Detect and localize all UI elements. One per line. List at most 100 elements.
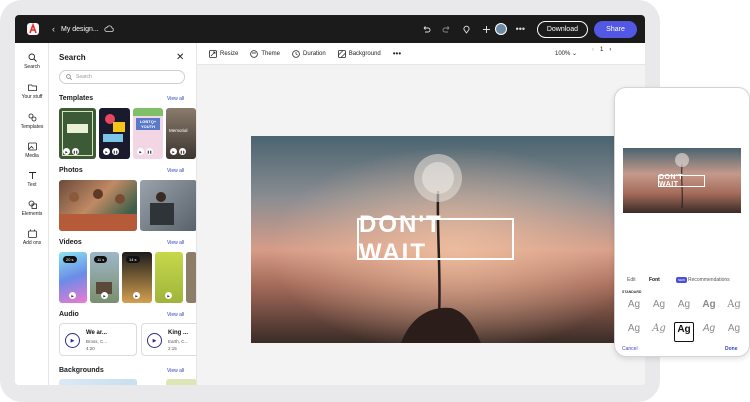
font-option[interactable]: Ag xyxy=(624,322,644,342)
elements-icon xyxy=(28,200,37,209)
next-page-icon[interactable]: › xyxy=(609,47,611,53)
play-icon: ▶ xyxy=(63,148,70,155)
duration-button[interactable]: Duration xyxy=(292,49,326,58)
left-rail: Search Your stuff Templates Media Text E… xyxy=(15,43,49,385)
document-name[interactable]: My design... xyxy=(61,26,99,33)
photos-section-title: Photos xyxy=(59,167,83,174)
cancel-button[interactable]: Cancel xyxy=(622,346,638,352)
design-canvas[interactable]: DON'T WAIT xyxy=(251,136,621,343)
done-button[interactable]: Done xyxy=(725,346,738,352)
play-icon: ▶ xyxy=(69,292,76,299)
more-icon[interactable]: ••• xyxy=(393,49,401,58)
duration-badge: 14 s xyxy=(126,256,140,263)
video-thumbnail[interactable] xyxy=(186,252,196,303)
font-preview: Ag xyxy=(627,323,641,334)
rail-item-elements[interactable]: Elements xyxy=(15,200,49,217)
search-icon xyxy=(28,53,37,62)
photo-thumbnail[interactable] xyxy=(140,180,196,231)
theme-button[interactable]: Theme xyxy=(250,49,281,58)
font-option[interactable]: Ag xyxy=(724,298,744,318)
font-option[interactable]: Ag xyxy=(699,298,719,318)
backgrounds-view-all-link[interactable]: View all xyxy=(167,368,184,374)
template-thumbnail[interactable]: LGBTQ+ YOUTH ▶ ❚❚ xyxy=(133,108,163,159)
text-icon xyxy=(28,172,36,179)
templates-view-all-link[interactable]: View all xyxy=(167,96,184,102)
video-thumbnail[interactable]: 11 s ▶ xyxy=(90,252,119,303)
folder-icon xyxy=(27,84,37,91)
font-option[interactable]: Ag xyxy=(649,322,669,342)
more-icon[interactable]: ••• xyxy=(514,23,527,36)
font-option[interactable]: Ag xyxy=(724,322,744,342)
rail-item-add-ons[interactable]: Add ons xyxy=(15,229,49,246)
font-option[interactable]: Ag xyxy=(699,322,719,342)
videos-view-all-link[interactable]: View all xyxy=(167,240,184,246)
template-text: LGBTQ+ YOUTH xyxy=(136,118,160,130)
media-icon xyxy=(27,142,37,151)
add-ons-icon xyxy=(27,229,37,238)
play-icon[interactable]: ▶ xyxy=(65,333,80,348)
rail-item-search[interactable]: Search xyxy=(15,53,49,70)
pause-icon: ❚❚ xyxy=(179,148,186,155)
template-thumbnail[interactable]: ▶ ❚❚ xyxy=(59,108,96,159)
mobile-headline-text[interactable]: DON'T WAIT xyxy=(658,174,705,188)
canvas-toolbar: Resize Theme Duration Background ••• 100… xyxy=(197,43,645,65)
add-collaborator-icon[interactable] xyxy=(480,23,493,36)
pause-icon: ❚❚ xyxy=(72,148,79,155)
theme-label: Theme xyxy=(261,50,281,57)
resize-button[interactable]: Resize xyxy=(209,49,238,58)
mobile-design-preview[interactable]: DON'T WAIT xyxy=(623,148,741,213)
cloud-icon[interactable] xyxy=(104,24,114,34)
rail-item-templates[interactable]: Templates xyxy=(15,113,49,130)
tab-font[interactable]: Font xyxy=(649,277,660,283)
duration-badge: 20 s xyxy=(63,256,77,263)
font-preview: Ag xyxy=(677,324,691,335)
play-icon[interactable]: ▶ xyxy=(147,333,162,348)
redo-icon[interactable] xyxy=(440,23,453,36)
avatar[interactable] xyxy=(494,23,507,35)
rail-item-text[interactable]: Text xyxy=(15,171,49,188)
video-thumbnail[interactable]: 14 s ▶ xyxy=(122,252,152,303)
font-preview: Ag xyxy=(677,299,691,310)
tab-edit[interactable]: Edit xyxy=(627,277,636,283)
back-icon[interactable]: ‹ xyxy=(52,24,55,34)
templates-section-title: Templates xyxy=(59,95,94,102)
audio-artist: Earth, C... xyxy=(168,339,189,344)
font-option[interactable]: Ag xyxy=(674,298,694,318)
tab-recommendations[interactable]: Recommendations xyxy=(688,277,730,283)
font-preview: Ag xyxy=(652,323,666,334)
headline-text[interactable]: DON'T WAIT xyxy=(357,211,514,266)
top-bar: ‹ My design... ••• Download Share xyxy=(15,15,645,43)
adobe-express-logo-icon[interactable] xyxy=(27,23,39,35)
download-button[interactable]: Download xyxy=(536,20,588,38)
rail-item-your-stuff[interactable]: Your stuff xyxy=(15,83,49,100)
template-thumbnail[interactable]: ▶ ❚❚ xyxy=(99,108,130,159)
template-text: Memorial xyxy=(169,128,188,133)
rail-label: Add ons xyxy=(22,240,42,246)
share-button[interactable]: Share xyxy=(594,20,637,38)
audio-card[interactable]: ▶ King ... Earth, C... 2:15 xyxy=(141,323,196,356)
background-thumbnail[interactable] xyxy=(166,379,196,385)
zoom-select[interactable]: 100% ⌄ xyxy=(555,50,577,57)
undo-icon[interactable] xyxy=(420,23,433,36)
audio-card[interactable]: ▶ We ar... Bross, C... 4:20 xyxy=(59,323,137,356)
photos-view-all-link[interactable]: View all xyxy=(167,168,184,174)
background-button[interactable]: Background xyxy=(337,49,381,58)
app-window: ‹ My design... ••• Download Share Search… xyxy=(15,15,645,385)
template-thumbnail[interactable]: Memorial ▶ ❚❚ xyxy=(166,108,196,159)
previous-page-icon[interactable]: ‹ xyxy=(592,47,594,53)
rail-item-media[interactable]: Media xyxy=(15,142,49,159)
close-icon[interactable]: ✕ xyxy=(176,52,184,63)
search-placeholder: Search xyxy=(76,74,92,80)
video-thumbnail[interactable]: 20 s ▶ xyxy=(59,252,87,303)
play-icon: ▶ xyxy=(170,148,177,155)
location-pin-icon[interactable] xyxy=(460,23,473,36)
font-option-selected[interactable]: Ag xyxy=(674,322,694,342)
background-thumbnail[interactable] xyxy=(59,379,137,385)
search-input[interactable]: Search xyxy=(59,70,185,84)
font-option[interactable]: Ag xyxy=(649,298,669,318)
audio-view-all-link[interactable]: View all xyxy=(167,312,184,318)
video-thumbnail[interactable]: ▶ xyxy=(155,252,183,303)
duration-badge: 11 s xyxy=(94,256,108,263)
font-option[interactable]: Ag xyxy=(624,298,644,318)
photo-thumbnail[interactable] xyxy=(59,180,137,231)
